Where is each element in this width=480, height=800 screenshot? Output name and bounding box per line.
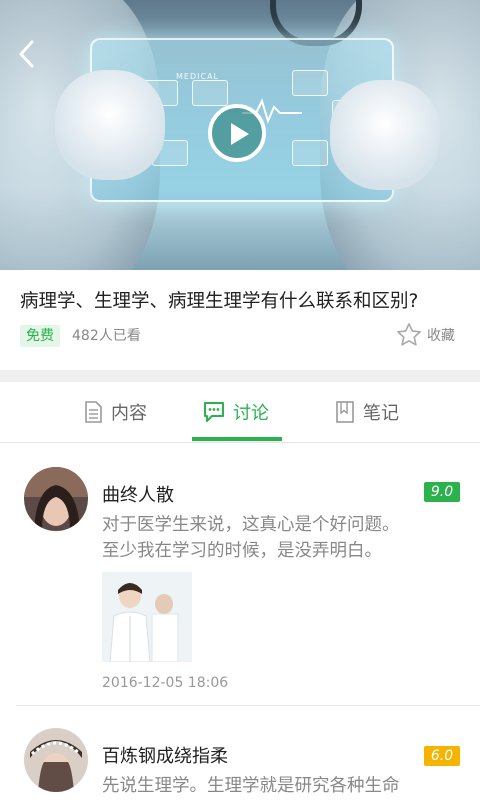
rating-badge: 6.0 bbox=[424, 746, 460, 766]
tab-label: 讨论 bbox=[233, 403, 269, 424]
user-avatar-image bbox=[24, 728, 88, 792]
tab-bar-border bbox=[0, 442, 480, 443]
comment-image[interactable] bbox=[102, 572, 192, 662]
bookmark-icon bbox=[336, 401, 354, 423]
play-icon bbox=[231, 123, 249, 145]
section-separator bbox=[0, 370, 480, 382]
active-tab-indicator bbox=[192, 437, 282, 441]
play-button[interactable] bbox=[208, 104, 266, 162]
price-badge: 免费 bbox=[20, 325, 60, 347]
tablet-tile bbox=[292, 70, 328, 96]
comment-username: 曲终人散 bbox=[102, 485, 174, 506]
document-icon bbox=[85, 401, 102, 423]
tablet-tile bbox=[292, 140, 328, 166]
tab-label: 笔记 bbox=[363, 403, 399, 424]
favorite-button[interactable]: 收藏 bbox=[395, 321, 455, 349]
avatar[interactable] bbox=[24, 467, 88, 531]
comment-text-line: 至少我在学习的时候，是没弄明白。 bbox=[102, 541, 382, 561]
tablet-tile bbox=[192, 80, 228, 106]
doctors-photo-thumbnail bbox=[102, 572, 192, 662]
tablet-screen-label: MEDICAL bbox=[176, 72, 219, 81]
back-button[interactable] bbox=[14, 38, 42, 70]
rating-badge: 9.0 bbox=[424, 482, 460, 502]
comment-timestamp: 2016-12-05 18:06 bbox=[102, 675, 229, 691]
tab-discussion[interactable]: 讨论 bbox=[190, 382, 282, 442]
tab-bar: 内容 讨论 笔记 bbox=[0, 382, 480, 442]
tab-content[interactable]: 内容 bbox=[60, 382, 170, 442]
star-icon bbox=[397, 323, 421, 346]
comment-divider bbox=[16, 705, 480, 706]
course-title: 病理学、生理学、病理生理学有什么联系和区别? bbox=[20, 291, 419, 312]
favorite-label: 收藏 bbox=[427, 328, 455, 344]
video-player[interactable]: MEDICAL bbox=[0, 0, 480, 270]
video-gloved-hand bbox=[55, 70, 165, 180]
comment-text-line: 先说生理学。生理学就是研究各种生命 bbox=[102, 776, 400, 796]
avatar[interactable] bbox=[24, 728, 88, 792]
tab-label: 内容 bbox=[111, 403, 147, 424]
chevron-left-icon bbox=[19, 40, 34, 68]
view-count: 482人已看 bbox=[72, 328, 141, 344]
comment-text-line: 对于医学生来说，这真心是个好问题。 bbox=[102, 515, 400, 535]
video-gloved-hand bbox=[330, 80, 440, 190]
comment-username: 百炼钢成绕指柔 bbox=[102, 746, 228, 767]
chat-bubble-icon bbox=[204, 402, 224, 422]
tab-notes[interactable]: 笔记 bbox=[312, 382, 422, 442]
user-avatar-image bbox=[24, 467, 88, 531]
